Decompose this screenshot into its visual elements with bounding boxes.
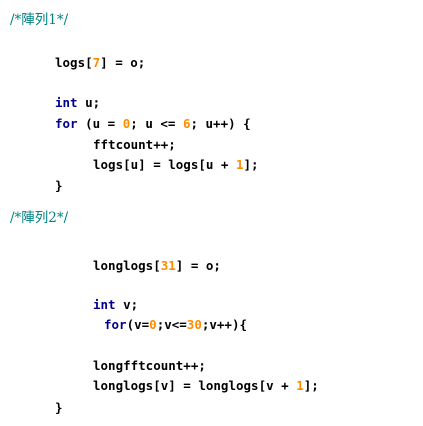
code-text: longlogs[v] = longlogs[v + [93,378,297,393]
code-line: longlogs[v] = longlogs[v + 1]; [93,378,319,394]
code-number: 0 [149,317,157,332]
code-text: fftcount++; [93,137,176,152]
code-number: 31 [160,258,176,273]
code-comment: /*陣列1*/ [10,12,69,28]
code-text: (u = [77,116,123,131]
code-line: longfftcount++; [93,358,206,374]
code-text: } [55,178,63,193]
code-text: (v= [126,317,150,332]
code-number: 1 [236,157,244,172]
code-line: } [55,178,63,194]
code-comment: /*陣列2*/ [10,210,69,226]
code-line: } [55,400,63,416]
code-line: int v; [93,297,138,313]
code-text: longfftcount++; [93,358,206,373]
code-line: for (u = 0; u <= 6; u++) { [55,116,251,132]
code-text: v; [115,297,139,312]
code-line: logs[7] = o; [55,55,145,71]
code-line: /*陣列2*/ [10,210,68,226]
code-text: ; u <= [130,116,183,131]
code-keyword: for [104,317,127,332]
code-view[interactable]: /*陣列1*/logs[7] = o; int u; for (u = 0; u <… [0,0,423,426]
code-keyword: int [55,95,78,110]
code-number: 1 [296,378,304,393]
code-text: ] = o; [175,258,221,273]
code-text: ]; [243,157,259,172]
code-keyword: for [55,116,78,131]
code-text: u; [77,95,101,110]
code-text: logs[u] = logs[u + [93,157,236,172]
code-keyword: int [93,297,116,312]
code-line: for(v=0;v<=30;v++){ [104,317,247,333]
code-text: ; u++) { [190,116,251,131]
code-text: ;v++){ [201,317,248,332]
code-line: fftcount++; [93,137,176,153]
code-text: logs[ [55,55,93,70]
code-number: 30 [186,317,202,332]
code-line: longlogs[31] = o; [93,258,221,274]
code-text: longlogs[ [93,258,161,273]
code-line: /*陣列1*/ [10,12,68,28]
code-text: ]; [303,378,319,393]
code-text: ] = o; [100,55,146,70]
code-text: } [55,400,63,415]
code-line: logs[u] = logs[u + 1]; [93,157,259,173]
code-line: int u; [55,95,100,111]
code-text: ;v<= [156,317,187,332]
